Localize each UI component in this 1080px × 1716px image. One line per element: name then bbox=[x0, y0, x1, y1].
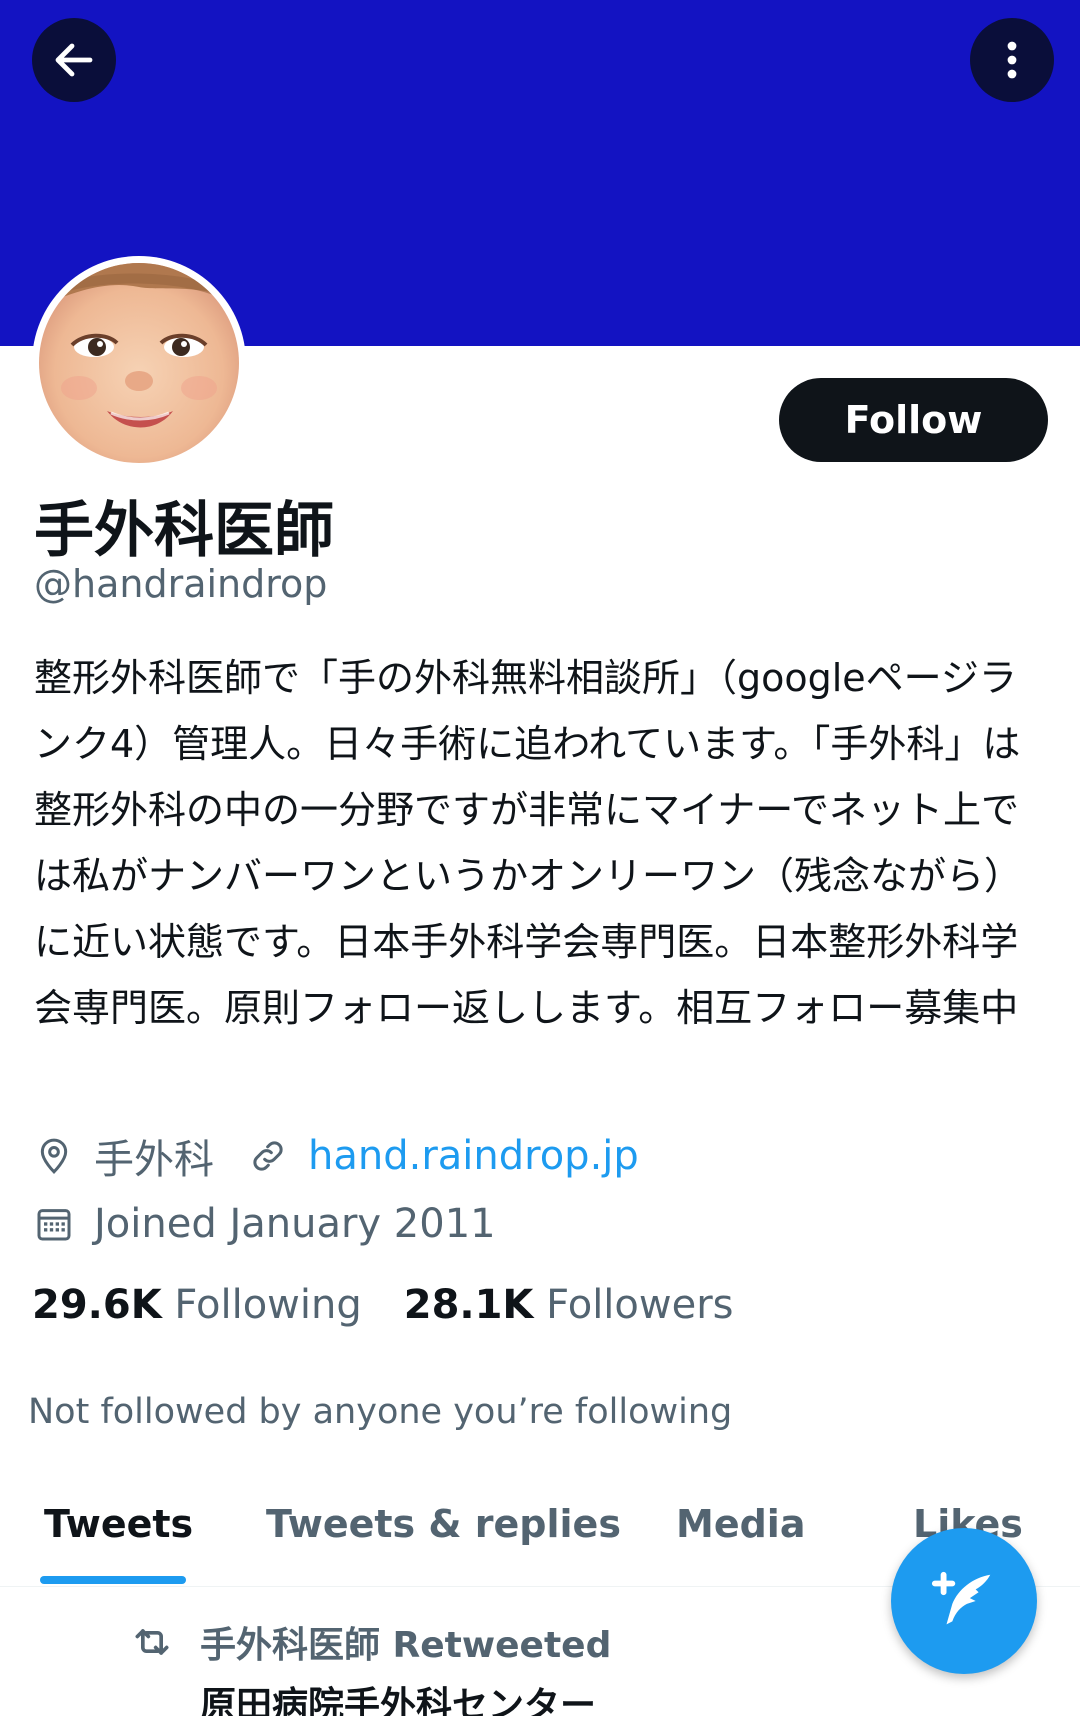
follow-stats: 29.6K Following 28.1K Followers bbox=[32, 1282, 776, 1328]
website-link[interactable]: hand.raindrop.jp bbox=[308, 1133, 639, 1179]
retweet-indicator: 手外科医師 Retweeted bbox=[130, 1614, 611, 1670]
location-website-row: 手外科 hand.raindrop.jp bbox=[34, 1130, 639, 1183]
tweet-author-name[interactable]: 原田病院手外科センター bbox=[200, 1676, 596, 1716]
not-followed-notice: Not followed by anyone you’re following bbox=[28, 1392, 733, 1432]
active-tab-indicator bbox=[40, 1576, 186, 1584]
joined-row: Joined January 2011 bbox=[34, 1198, 496, 1250]
more-options-button[interactable] bbox=[970, 18, 1054, 102]
joined-date: Joined January 2011 bbox=[94, 1201, 496, 1247]
avatar[interactable] bbox=[32, 256, 246, 470]
following-label: Following bbox=[174, 1282, 362, 1328]
location-text: 手外科 bbox=[94, 1137, 214, 1183]
compose-tweet-button[interactable] bbox=[891, 1528, 1037, 1674]
compose-tweet-icon bbox=[931, 1571, 991, 1625]
tab-media[interactable]: Media bbox=[676, 1490, 805, 1586]
follow-button[interactable]: Follow bbox=[779, 378, 1048, 462]
link-icon bbox=[253, 1141, 283, 1171]
followers-label: Followers bbox=[546, 1282, 734, 1328]
location-pin-icon bbox=[40, 1138, 68, 1174]
more-vertical-icon bbox=[1007, 41, 1017, 79]
calendar-icon bbox=[37, 1209, 71, 1241]
tab-tweets-and-replies[interactable]: Tweets & replies bbox=[266, 1490, 621, 1586]
display-name: 手外科医師 bbox=[34, 496, 334, 566]
tab-tweets[interactable]: Tweets bbox=[44, 1490, 193, 1586]
back-button[interactable] bbox=[32, 18, 116, 102]
followers-stat[interactable]: 28.1K Followers bbox=[404, 1282, 734, 1328]
arrow-left-icon bbox=[55, 43, 93, 77]
retweet-label: 手外科医師 Retweeted bbox=[200, 1625, 612, 1666]
followers-count: 28.1K bbox=[403, 1282, 534, 1328]
following-count: 29.6K bbox=[32, 1282, 162, 1328]
profile-bio: 整形外科医師で「手の外科無料相談所」（googleページランク4）管理人。日々手… bbox=[34, 656, 1023, 1030]
baby-face-avatar-image bbox=[39, 263, 239, 463]
following-stat[interactable]: 29.6K Following bbox=[32, 1282, 362, 1328]
retweet-icon bbox=[135, 1629, 169, 1655]
user-handle: @handraindrop bbox=[34, 562, 328, 606]
